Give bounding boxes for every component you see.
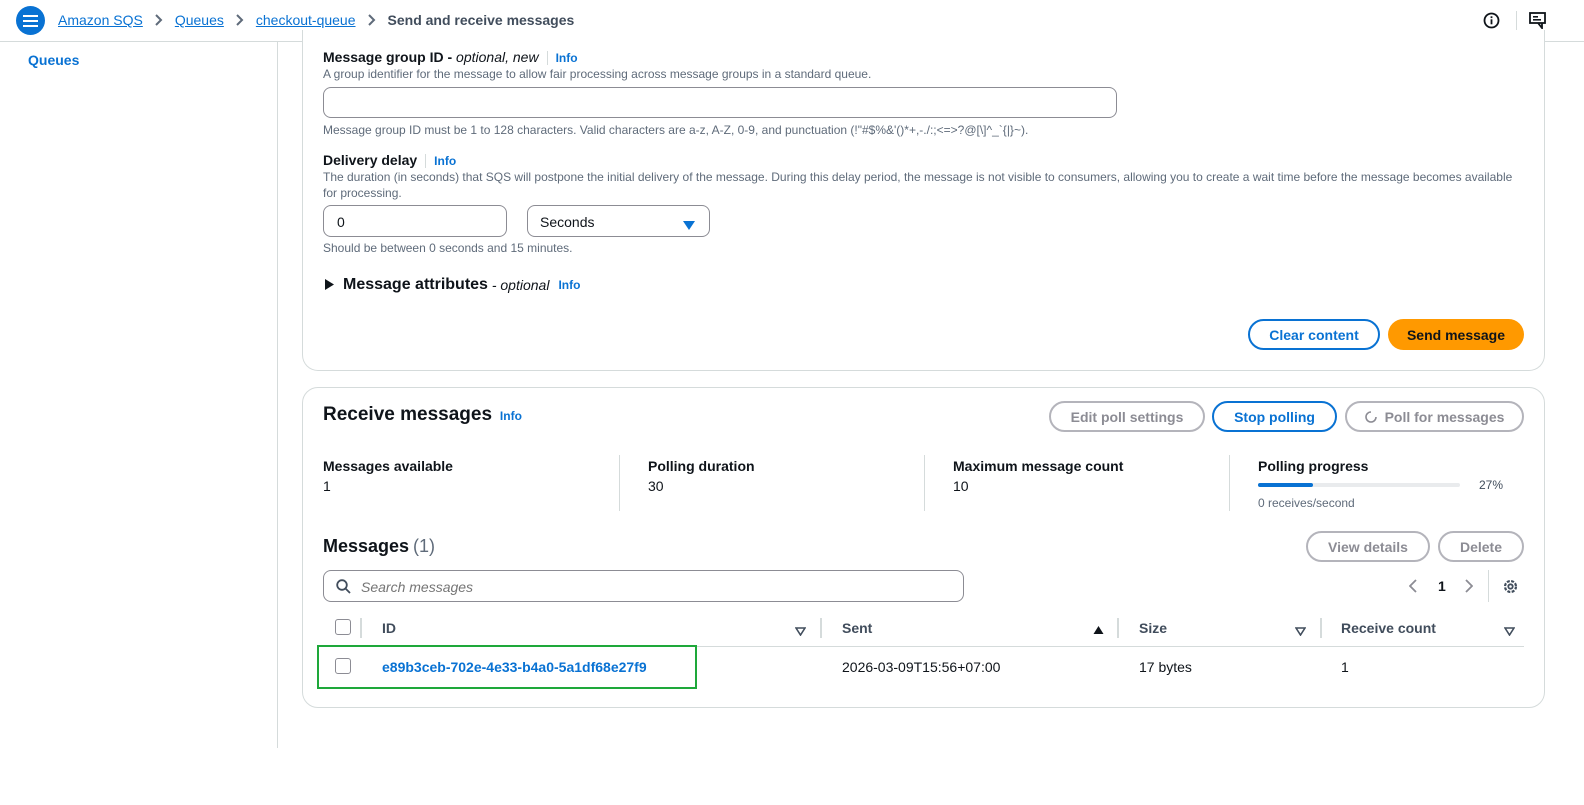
column-header-size[interactable]: Size	[1139, 620, 1167, 636]
divider	[360, 618, 362, 638]
delay-constraint: Should be between 0 seconds and 15 minut…	[323, 241, 573, 255]
polling-progress-bar	[1258, 483, 1460, 487]
send-message-button[interactable]: Send message	[1388, 319, 1524, 350]
column-header-sent[interactable]: Sent	[842, 620, 872, 636]
group-id-input[interactable]	[323, 87, 1117, 118]
poll-for-messages-button[interactable]: Poll for messages	[1345, 401, 1524, 432]
breadcrumb-current: Send and receive messages	[387, 12, 575, 28]
group-id-qualifier: optional, new	[456, 49, 539, 65]
message-attributes-qualifier: optional	[500, 277, 550, 293]
menu-icon[interactable]	[16, 6, 45, 35]
delay-unit-select[interactable]: Seconds	[527, 205, 710, 237]
divider	[1229, 455, 1230, 511]
sort-ascending-icon[interactable]	[1093, 622, 1104, 638]
chevron-right-icon	[367, 14, 376, 26]
receive-title: Receive messages	[323, 404, 493, 425]
messages-count: (1)	[412, 536, 435, 556]
polling-progress-percent: 27%	[1479, 478, 1504, 492]
select-all-checkbox[interactable]	[335, 619, 351, 635]
spinner-icon	[1364, 410, 1377, 423]
chevron-right-icon	[236, 14, 244, 26]
search-icon	[336, 579, 351, 597]
divider	[1516, 11, 1517, 31]
messages-header: Messages (1)	[323, 536, 435, 557]
group-id-description: A group identifier for the message to al…	[323, 67, 872, 81]
sort-icon[interactable]	[1503, 623, 1516, 639]
search-input[interactable]	[359, 576, 953, 598]
delay-label-row: Delivery delay Info	[323, 152, 456, 169]
column-header-receive-count[interactable]: Receive count	[1341, 620, 1436, 636]
next-page-icon[interactable]	[1465, 579, 1474, 596]
divider	[1320, 618, 1322, 638]
message-attributes-info-link[interactable]: Info	[558, 278, 580, 292]
message-size: 17 bytes	[1139, 659, 1192, 675]
message-receive-count: 1	[1341, 659, 1349, 675]
stop-polling-button[interactable]: Stop polling	[1212, 401, 1337, 432]
breadcrumb: Amazon SQS Queues checkout-queue Send an…	[58, 12, 574, 28]
clear-content-button[interactable]: Clear content	[1248, 319, 1380, 350]
divider	[1117, 618, 1119, 638]
divider	[619, 455, 620, 511]
stat-messages-available-label: Messages available	[323, 458, 453, 474]
polling-progress-label: Polling progress	[1258, 458, 1369, 474]
delay-input[interactable]: 0	[323, 205, 507, 237]
poll-for-messages-label: Poll for messages	[1384, 408, 1505, 425]
info-icon[interactable]	[1483, 12, 1500, 32]
divider	[820, 618, 822, 638]
group-id-info-link[interactable]: Info	[556, 51, 578, 65]
stat-polling-duration-value: 30	[648, 478, 664, 494]
sort-icon[interactable]	[1294, 623, 1307, 639]
stat-max-count-value: 10	[953, 478, 969, 494]
chevron-right-icon	[155, 14, 163, 26]
group-id-constraint: Message group ID must be 1 to 128 charac…	[323, 123, 1029, 137]
messages-title: Messages	[323, 536, 410, 556]
caret-right-icon	[325, 277, 334, 293]
breadcrumb-checkout-queue[interactable]: checkout-queue	[256, 12, 356, 28]
side-navigation: Queues	[0, 42, 278, 748]
page-number[interactable]: 1	[1438, 578, 1446, 594]
search-messages-field[interactable]	[323, 570, 964, 602]
group-id-label: Message group ID	[323, 49, 444, 65]
highlight-box	[317, 645, 697, 689]
delay-value: 0	[337, 214, 345, 230]
view-details-button[interactable]: View details	[1306, 531, 1430, 562]
caret-down-icon	[683, 217, 695, 233]
message-attributes-toggle[interactable]: Message attributes - optional Info	[325, 276, 580, 294]
polling-rate: 0 receives/second	[1258, 496, 1355, 510]
stat-polling-duration-label: Polling duration	[648, 458, 755, 474]
delay-info-link[interactable]: Info	[434, 154, 456, 168]
delay-label: Delivery delay	[323, 152, 418, 168]
previous-page-icon[interactable]	[1408, 579, 1417, 596]
breadcrumb-queues[interactable]: Queues	[175, 12, 224, 28]
receive-info-link[interactable]: Info	[500, 409, 522, 423]
message-sent: 2026-03-09T15:56+07:00	[842, 659, 1001, 675]
message-attributes-label: Message attributes	[343, 276, 488, 293]
delete-button[interactable]: Delete	[1438, 531, 1524, 562]
divider	[924, 455, 925, 511]
delay-unit-value: Seconds	[540, 214, 595, 230]
receive-header: Receive messages Info	[323, 404, 522, 426]
breadcrumb-amazon-sqs[interactable]: Amazon SQS	[58, 12, 143, 28]
sort-icon[interactable]	[794, 623, 807, 639]
divider	[1488, 570, 1489, 602]
edit-poll-settings-button[interactable]: Edit poll settings	[1049, 401, 1205, 432]
delay-description: The duration (in seconds) that SQS will …	[323, 170, 1513, 200]
group-id-label-row: Message group ID - optional, new Info	[323, 49, 578, 66]
settings-gear-icon[interactable]	[1502, 578, 1519, 598]
feedback-icon[interactable]	[1529, 12, 1547, 32]
sidebar-item-queues[interactable]: Queues	[28, 52, 79, 68]
stat-messages-available-value: 1	[323, 478, 331, 494]
polling-progress-fill	[1258, 483, 1313, 487]
stat-max-count-label: Maximum message count	[953, 458, 1124, 474]
column-header-id[interactable]: ID	[382, 620, 396, 636]
